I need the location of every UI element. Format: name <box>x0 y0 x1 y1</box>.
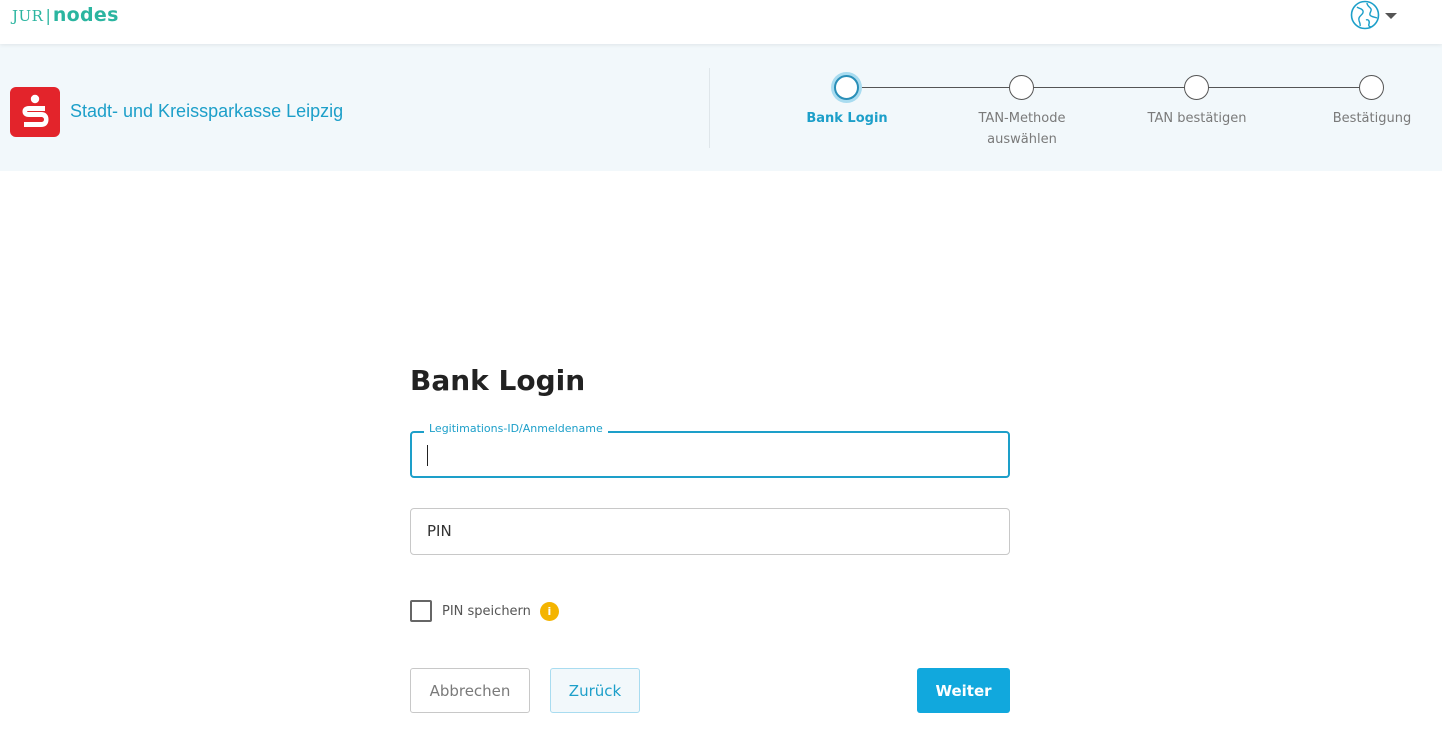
language-selector[interactable] <box>1350 0 1397 30</box>
globe-icon <box>1350 0 1380 30</box>
text-cursor <box>427 445 428 466</box>
info-icon[interactable]: i <box>539 601 559 621</box>
top-bar: JUR | nodes <box>0 0 1442 44</box>
step-4-indicator <box>1359 75 1384 100</box>
step-4-label: Bestätigung <box>1302 108 1442 129</box>
jurnodes-logo[interactable]: JUR | nodes <box>12 4 119 26</box>
username-field[interactable]: Legitimations-ID/Anmeldename <box>410 422 1010 478</box>
chevron-down-icon <box>1385 13 1397 19</box>
step-2-label-line1: TAN-Methode <box>978 111 1066 126</box>
save-pin-checkbox[interactable] <box>410 600 432 622</box>
step-1-indicator <box>834 75 859 100</box>
step-1-label: Bank Login <box>777 108 917 129</box>
back-button[interactable]: Zurück <box>550 668 640 713</box>
step-2-label: TAN-Methode auswählen <box>952 108 1092 150</box>
next-button[interactable]: Weiter <box>917 668 1010 713</box>
step-3-label-line1: TAN bestätigen <box>1147 111 1247 126</box>
save-pin-row: PIN speichern i <box>410 599 559 623</box>
stepper-line <box>847 87 1372 88</box>
username-label: Legitimations-ID/Anmeldename <box>424 422 608 435</box>
step-2-indicator <box>1009 75 1034 100</box>
step-4-label-line1: Bestätigung <box>1332 111 1412 126</box>
save-pin-label[interactable]: PIN speichern <box>442 604 531 619</box>
page-title: Bank Login <box>410 364 586 397</box>
progress-stepper: Bank Login TAN-Methode auswählen TAN bes… <box>0 44 1442 171</box>
cancel-button[interactable]: Abbrechen <box>410 668 530 713</box>
step-3-label: TAN bestätigen <box>1127 108 1267 129</box>
step-3-indicator <box>1184 75 1209 100</box>
logo-jur-text: JUR <box>12 7 44 25</box>
pin-field[interactable]: PIN <box>410 508 1010 555</box>
bank-header: Stadt- und Kreissparkasse Leipzig Bank L… <box>0 44 1442 171</box>
logo-separator: | <box>45 6 51 25</box>
logo-nodes-text: nodes <box>52 4 119 26</box>
pin-placeholder: PIN <box>427 522 452 540</box>
step-1-label-line1: Bank Login <box>806 111 888 126</box>
step-2-label-line2: auswählen <box>987 132 1057 147</box>
